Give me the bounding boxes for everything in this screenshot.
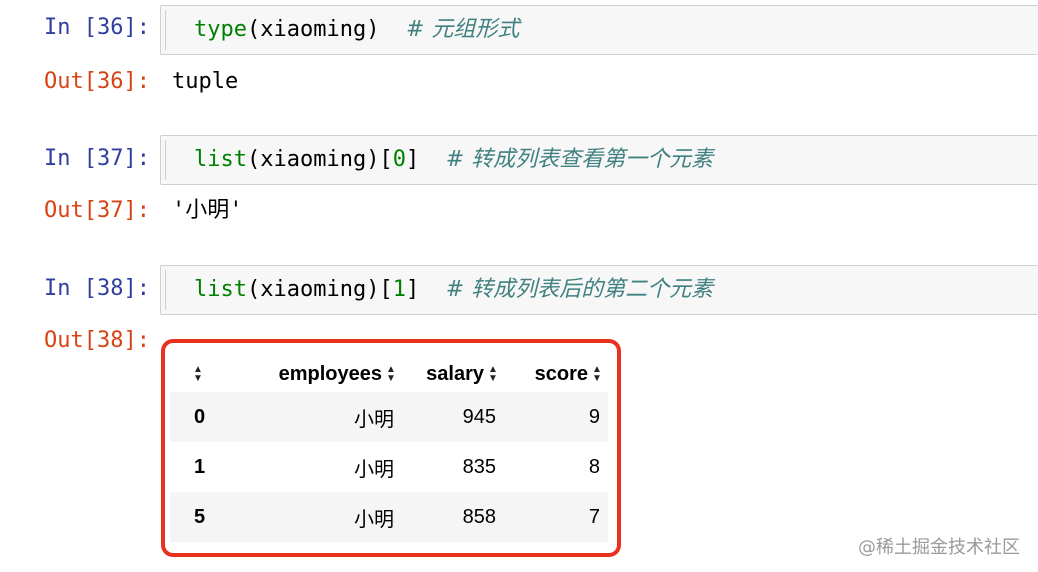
watermark: @稀土掘金技术社区	[858, 537, 1020, 558]
row-index: 0	[170, 392, 222, 442]
sort-icon: ▲ ▼	[193, 364, 203, 385]
column-header-score[interactable]: score ▲ ▼	[504, 356, 608, 392]
code-cell-36[interactable]: type(xiaoming) # 元组形式	[160, 5, 1038, 55]
out-prompt-38: Out[38]:	[44, 328, 150, 353]
code-index: 1	[392, 277, 406, 302]
output-36: tuple	[172, 69, 239, 94]
cell-gutter	[165, 270, 166, 310]
code-comment: # 元组形式	[405, 17, 520, 42]
in-prompt-37: In [37]:	[44, 146, 150, 171]
column-label: score	[534, 362, 588, 385]
table-row: 5 小明 858 7	[170, 492, 608, 542]
cell-salary: 858	[402, 492, 504, 542]
code-comment: # 转成列表后的第二个元素	[445, 277, 714, 302]
cell-score: 7	[504, 492, 608, 542]
builtin-list: list	[194, 277, 247, 302]
cell-gutter	[165, 10, 166, 50]
cell-gutter	[165, 140, 166, 180]
code-line-37: list(xiaoming)[0] # 转成列表查看第一个元素	[194, 146, 713, 174]
table-row: 1 小明 835 8	[170, 442, 608, 492]
code-bracket: ]	[405, 147, 420, 172]
index-header[interactable]: ▲ ▼	[170, 356, 222, 392]
dataframe-table: ▲ ▼ employees ▲ ▼ salary ▲ ▼ score ▲ ▼ 0 小明 945…	[170, 356, 608, 542]
column-header-employees[interactable]: employees ▲ ▼	[222, 356, 402, 392]
code-line-38: list(xiaoming)[1] # 转成列表后的第二个元素	[194, 276, 713, 304]
cell-employees: 小明	[222, 392, 402, 442]
table-row: 0 小明 945 9	[170, 392, 608, 442]
cell-score: 8	[588, 455, 600, 478]
builtin-list: list	[194, 147, 247, 172]
output-37: '小明'	[172, 198, 243, 223]
cell-score: 9	[504, 392, 608, 442]
builtin-type: type	[194, 17, 247, 42]
row-index: 5	[170, 492, 222, 542]
column-label: employees	[278, 362, 382, 385]
sort-icon: ▲ ▼	[592, 364, 602, 385]
code-line-36: type(xiaoming) # 元组形式	[194, 16, 519, 44]
sort-icon: ▲ ▼	[386, 364, 396, 385]
row-index: 1	[194, 455, 206, 478]
in-prompt-36: In [36]:	[44, 15, 150, 40]
sort-icon: ▲ ▼	[488, 364, 498, 385]
code-args: (xiaoming)	[246, 17, 380, 42]
cell-employees: 小明	[222, 492, 402, 542]
code-args: (xiaoming)[	[246, 277, 393, 302]
code-cell-38[interactable]: list(xiaoming)[1] # 转成列表后的第二个元素	[160, 265, 1038, 315]
code-index: 0	[392, 147, 406, 172]
column-label: salary	[426, 362, 484, 385]
out-prompt-36: Out[36]:	[44, 69, 150, 94]
cell-salary: 835	[462, 455, 496, 478]
code-comment: # 转成列表查看第一个元素	[445, 147, 714, 172]
cell-employees: 小明	[354, 458, 394, 481]
code-cell-37[interactable]: list(xiaoming)[0] # 转成列表查看第一个元素	[160, 135, 1038, 185]
in-prompt-38: In [38]:	[44, 276, 150, 301]
code-bracket: ]	[405, 277, 420, 302]
code-args: (xiaoming)[	[246, 147, 393, 172]
cell-salary: 945	[402, 392, 504, 442]
column-header-salary[interactable]: salary ▲ ▼	[402, 356, 504, 392]
out-prompt-37: Out[37]:	[44, 198, 150, 223]
